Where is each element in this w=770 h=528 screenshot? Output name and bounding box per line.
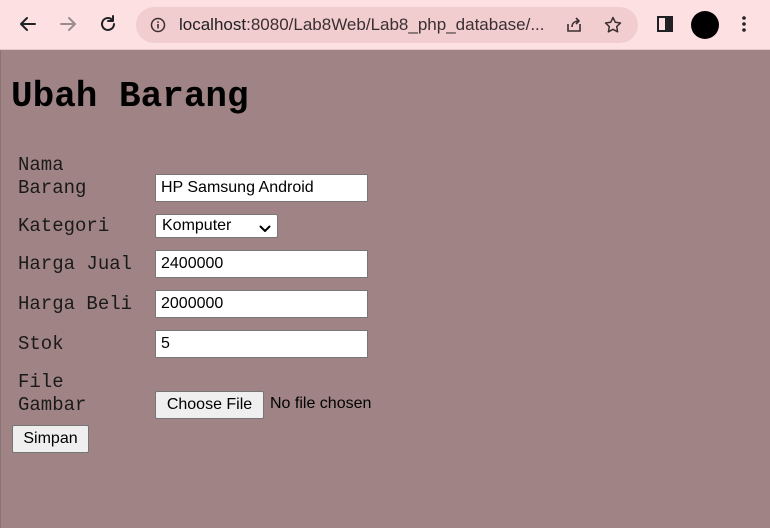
simpan-button[interactable]: Simpan bbox=[12, 425, 89, 453]
file-label-line-1: File bbox=[18, 371, 64, 393]
url-text: localhost:8080/Lab8Web/Lab8_php_database… bbox=[179, 15, 549, 35]
harga-beli-input[interactable]: 2000000 bbox=[155, 290, 368, 318]
harga-beli-label: Harga Beli bbox=[18, 293, 133, 315]
nama-barang-input[interactable]: HP Samsung Android bbox=[155, 174, 368, 202]
star-icon[interactable] bbox=[603, 15, 623, 35]
browser-toolbar: localhost:8080/Lab8Web/Lab8_php_database… bbox=[0, 0, 770, 50]
kategori-label: Kategori bbox=[18, 215, 110, 237]
reload-icon[interactable] bbox=[94, 10, 122, 38]
page-title: Ubah Barang bbox=[11, 76, 249, 117]
file-status-text: No file chosen bbox=[270, 395, 372, 412]
share-icon[interactable] bbox=[564, 15, 584, 35]
harga-jual-label: Harga Jual bbox=[18, 253, 133, 275]
harga-jual-input[interactable]: 2400000 bbox=[155, 250, 368, 278]
nama-label-line-2: Barang bbox=[18, 177, 87, 199]
stok-input[interactable]: 5 bbox=[155, 330, 368, 358]
address-bar[interactable]: localhost:8080/Lab8Web/Lab8_php_database… bbox=[136, 7, 638, 43]
kategori-select[interactable]: Komputer bbox=[155, 214, 278, 238]
forward-arrow-icon[interactable] bbox=[54, 10, 82, 38]
url-host: localhost bbox=[179, 15, 247, 34]
back-arrow-icon[interactable] bbox=[14, 10, 42, 38]
nama-barang-label: Nama Barang bbox=[18, 154, 86, 200]
nama-label-line-1: Nama bbox=[18, 154, 64, 176]
info-icon[interactable] bbox=[150, 17, 166, 33]
menu-dots-icon[interactable] bbox=[730, 10, 758, 38]
page-content: Ubah Barang Nama Barang HP Samsung Andro… bbox=[0, 50, 770, 528]
choose-file-button[interactable]: Choose File bbox=[155, 391, 264, 419]
side-panel-icon[interactable] bbox=[651, 10, 679, 38]
avatar[interactable] bbox=[691, 11, 719, 39]
url-path: :8080/Lab8Web/Lab8_php_database/... bbox=[246, 15, 545, 34]
stok-label: Stok bbox=[18, 333, 64, 355]
chevron-down-icon bbox=[259, 221, 271, 232]
kategori-selected-value: Komputer bbox=[162, 217, 232, 234]
file-label-line-2: Gambar bbox=[18, 394, 87, 416]
file-gambar-label: File Gambar bbox=[18, 371, 86, 417]
